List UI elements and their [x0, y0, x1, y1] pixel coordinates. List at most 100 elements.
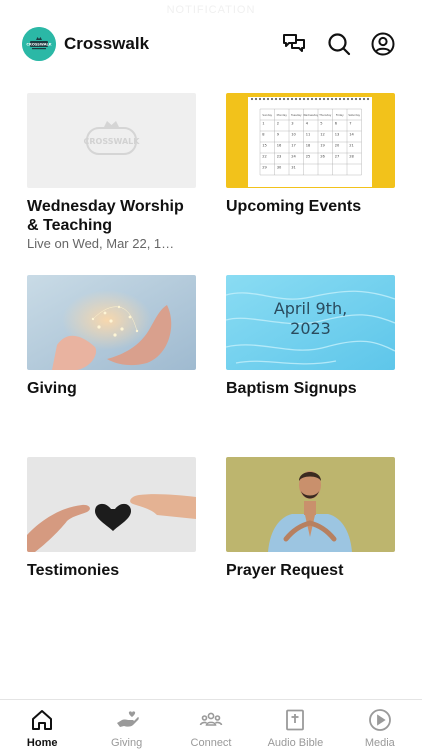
- tab-label: Media: [364, 737, 395, 749]
- calendar-day: 14: [349, 133, 354, 137]
- calendar-ring: [266, 97, 270, 101]
- tab-connect[interactable]: Connect: [169, 700, 253, 750]
- calendar-day: 26: [320, 155, 325, 159]
- calendar-ring: [270, 97, 274, 101]
- card-upcoming-events[interactable]: Sunday Monday Tuesday Wednesday Thursday Frid…: [226, 93, 395, 216]
- logo-text: CROSSWALK: [26, 43, 51, 47]
- calendar-ring: [250, 97, 254, 101]
- search-icon[interactable]: [326, 31, 352, 57]
- calendar-weekday: Friday: [336, 113, 344, 117]
- baptism-date-line2: 2023: [290, 319, 331, 338]
- giving-hand-icon: [116, 711, 139, 727]
- calendar-ring: [330, 97, 334, 101]
- card-giving[interactable]: Giving: [27, 275, 196, 398]
- tab-label: Audio Bible: [267, 737, 324, 749]
- calendar-ring: [326, 97, 330, 101]
- tab-media[interactable]: Media: [338, 700, 422, 750]
- calendar-day: 3: [291, 122, 293, 126]
- card-thumbnail: [27, 275, 196, 370]
- card-title: Testimonies: [27, 562, 120, 579]
- calendar-on-yellow-image: Sunday Monday Tuesday Wednesday Thursday Frid…: [226, 93, 395, 188]
- calendar-day: 18: [306, 144, 311, 148]
- calendar-day: 31: [291, 166, 296, 170]
- calendar-ring: [342, 97, 346, 101]
- card-thumbnail: [27, 457, 196, 552]
- card-thumbnail: [226, 457, 395, 552]
- tab-audio-bible[interactable]: Audio Bible: [253, 700, 337, 750]
- calendar-ring: [314, 97, 318, 101]
- calendar-ring: [290, 97, 294, 101]
- calendar-weekday: Thursday: [319, 113, 332, 117]
- calendar-ring: [254, 97, 258, 101]
- calendar-day: 7: [349, 122, 351, 126]
- calendar-ring: [274, 97, 278, 101]
- bottom-tab-bar: Home Giving Connect Audio Bible Media: [0, 699, 422, 750]
- tab-home[interactable]: Home: [0, 700, 84, 750]
- chat-icon[interactable]: [281, 31, 307, 57]
- calendar-weekday: Sunday: [262, 113, 272, 117]
- calendar-ring: [282, 97, 286, 101]
- calendar-day: 5: [320, 122, 322, 126]
- hands-with-lights-image: [27, 275, 196, 370]
- calendar-day: 29: [262, 166, 267, 170]
- card-title: Giving: [27, 380, 77, 397]
- calendar-day: 13: [335, 133, 340, 137]
- calendar-day: 2: [277, 122, 279, 126]
- calendar-ring: [306, 97, 310, 101]
- card-subtitle: Live on Wed, Mar 22, 1…: [27, 236, 175, 251]
- calendar-weekday: Tuesday: [291, 113, 302, 117]
- calendar-day: 23: [277, 155, 282, 159]
- calendar-day: 11: [306, 133, 311, 137]
- home-icon: [32, 710, 53, 730]
- play-circle-icon: [368, 709, 391, 731]
- calendar-day: 22: [262, 155, 267, 159]
- calendar-ring: [366, 97, 370, 101]
- baptism-date-overlay: April 9th, 2023: [226, 299, 395, 339]
- calendar-weekday: Monday: [277, 113, 288, 117]
- calendar-day: 19: [320, 144, 325, 148]
- calendar-ring: [350, 97, 354, 101]
- card-title: Wednesday Worship & Teaching: [27, 198, 184, 234]
- calendar-ring: [258, 97, 262, 101]
- calendar-ring: [362, 97, 366, 101]
- calendar-ring: [286, 97, 290, 101]
- calendar-day: 21: [349, 144, 354, 148]
- baptism-date-line1: April 9th,: [273, 299, 348, 318]
- calendar-day: 16: [277, 144, 282, 148]
- app-logo[interactable]: CROSSWALK: [22, 27, 56, 61]
- calendar-ring: [302, 97, 306, 101]
- calendar-day: 25: [306, 155, 311, 159]
- card-baptism-signups[interactable]: April 9th, 2023 Baptism Signups: [226, 275, 395, 398]
- calendar-day: 24: [291, 155, 296, 159]
- tab-giving[interactable]: Giving: [84, 700, 168, 750]
- calendar-ring: [358, 97, 362, 101]
- bible-icon: [286, 709, 305, 731]
- calendar-ring: [334, 97, 338, 101]
- card-prayer-request[interactable]: Prayer Request: [226, 457, 395, 580]
- account-icon[interactable]: [370, 31, 396, 57]
- calendar-ring: [278, 97, 282, 101]
- calendar-day: 30: [277, 166, 282, 170]
- calendar-ring: [310, 97, 314, 101]
- calendar-day: 17: [291, 144, 296, 148]
- calendar-day: 12: [320, 133, 325, 137]
- card-wednesday-worship[interactable]: CROSSWALK Wednesday Worship & Teaching L…: [27, 93, 196, 251]
- card-thumbnail: Sunday Monday Tuesday Wednesday Thursday Frid…: [226, 93, 395, 188]
- placeholder-watermark: CROSSWALK: [84, 137, 141, 146]
- calendar-ring: [346, 97, 350, 101]
- calendar-ring: [354, 97, 358, 101]
- card-testimonies[interactable]: Testimonies: [27, 457, 196, 580]
- calendar-day: 10: [291, 133, 296, 137]
- calendar-day: 1: [262, 122, 264, 126]
- calendar-weekday: Saturday: [348, 113, 360, 117]
- tab-label: Giving: [111, 737, 143, 749]
- calendar-day: 27: [335, 155, 340, 159]
- calendar-day: 28: [349, 155, 354, 159]
- calendar-day: 20: [335, 144, 340, 148]
- calendar-ring: [322, 97, 326, 101]
- calendar-weekday: Wednesday: [303, 113, 318, 117]
- logo-mark-icon: CROSSWALK: [22, 27, 56, 61]
- card-title: Prayer Request: [226, 562, 344, 579]
- card-title: Baptism Signups: [226, 380, 357, 397]
- calendar-ring: [318, 97, 322, 101]
